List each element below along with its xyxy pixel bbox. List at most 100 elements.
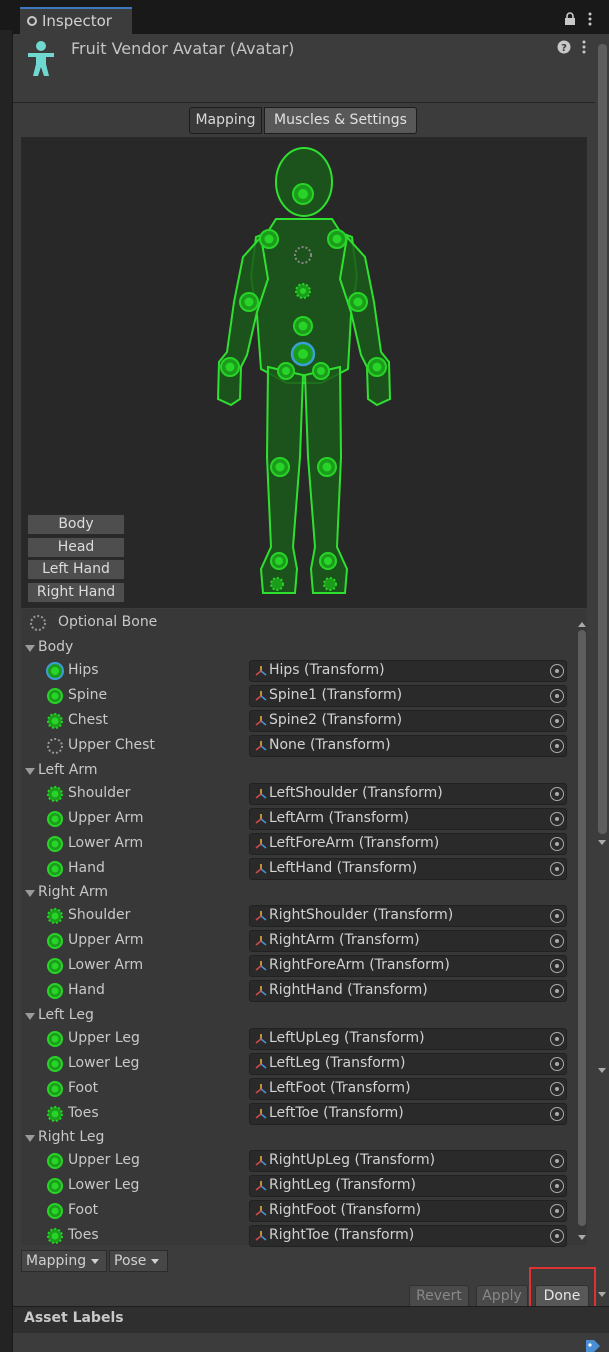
- bone-status-icon[interactable]: [46, 687, 64, 705]
- object-picker-icon[interactable]: [550, 787, 564, 801]
- scroll-down-icon[interactable]: [597, 838, 607, 846]
- bone-row-hips: Hips Hips (Transform): [21, 659, 571, 684]
- transform-value: LeftShoulder (Transform): [269, 785, 443, 801]
- view-left-hand-button[interactable]: Left Hand: [27, 559, 125, 580]
- tag-icon[interactable]: [584, 1338, 602, 1352]
- object-picker-icon[interactable]: [550, 714, 564, 728]
- foldout-arrow-icon[interactable]: [25, 1013, 35, 1020]
- pose-dropdown[interactable]: Pose: [109, 1250, 168, 1272]
- transform-field[interactable]: Hips (Transform): [249, 660, 567, 682]
- transform-field[interactable]: LeftFoot (Transform): [249, 1078, 567, 1100]
- foldout-arrow-icon[interactable]: [25, 1135, 35, 1142]
- scroll-down-icon[interactable]: [597, 1290, 607, 1298]
- transform-field[interactable]: RightHand (Transform): [249, 980, 567, 1002]
- lock-icon[interactable]: [563, 12, 577, 26]
- object-picker-icon[interactable]: [550, 1082, 564, 1096]
- object-picker-icon[interactable]: [550, 812, 564, 826]
- transform-field[interactable]: RightFoot (Transform): [249, 1200, 567, 1222]
- object-picker-icon[interactable]: [550, 837, 564, 851]
- transform-field[interactable]: Spine1 (Transform): [249, 685, 567, 707]
- bone-status-icon[interactable]: [46, 785, 64, 803]
- apply-button[interactable]: Apply: [476, 1285, 528, 1308]
- bone-status-icon[interactable]: [46, 712, 64, 730]
- transform-field[interactable]: Spine2 (Transform): [249, 710, 567, 732]
- transform-field[interactable]: RightArm (Transform): [249, 930, 567, 952]
- bone-status-icon[interactable]: [46, 737, 64, 755]
- foldout-arrow-icon[interactable]: [25, 645, 35, 652]
- transform-field[interactable]: LeftHand (Transform): [249, 858, 567, 880]
- tab-mapping[interactable]: Mapping: [189, 107, 262, 134]
- bone-status-icon[interactable]: [46, 810, 64, 828]
- transform-field[interactable]: LeftUpLeg (Transform): [249, 1028, 567, 1050]
- header-menu-icon[interactable]: [581, 40, 587, 56]
- view-right-hand-button[interactable]: Right Hand: [27, 582, 125, 603]
- transform-field[interactable]: LeftToe (Transform): [249, 1103, 567, 1125]
- transform-field[interactable]: LeftArm (Transform): [249, 808, 567, 830]
- list-scroll-thumb[interactable]: [578, 630, 586, 1226]
- group-left-leg[interactable]: Left Leg: [21, 1004, 571, 1029]
- group-right-leg[interactable]: Right Leg: [21, 1126, 571, 1151]
- group-left-arm[interactable]: Left Arm: [21, 759, 571, 784]
- bone-status-icon[interactable]: [46, 1227, 64, 1245]
- scroll-down-icon[interactable]: [577, 1233, 587, 1241]
- top-strip: [0, 0, 609, 6]
- transform-field[interactable]: LeftForeArm (Transform): [249, 833, 567, 855]
- transform-field[interactable]: RightLeg (Transform): [249, 1175, 567, 1197]
- bone-status-icon[interactable]: [46, 835, 64, 853]
- transform-icon: [255, 1084, 267, 1094]
- object-picker-icon[interactable]: [550, 1179, 564, 1193]
- page-title: Fruit Vendor Avatar (Avatar): [71, 39, 295, 58]
- object-picker-icon[interactable]: [550, 1229, 564, 1243]
- bone-status-icon[interactable]: [46, 957, 64, 975]
- menu-icon[interactable]: [587, 12, 593, 28]
- left-panel-edge: [0, 30, 12, 1352]
- foldout-arrow-icon[interactable]: [25, 890, 35, 897]
- transform-field[interactable]: LeftLeg (Transform): [249, 1053, 567, 1075]
- bone-status-icon[interactable]: [46, 1080, 64, 1098]
- transform-field[interactable]: RightShoulder (Transform): [249, 905, 567, 927]
- object-picker-icon[interactable]: [550, 664, 564, 678]
- bone-status-icon[interactable]: [46, 932, 64, 950]
- transform-field[interactable]: RightUpLeg (Transform): [249, 1150, 567, 1172]
- bone-status-icon[interactable]: [46, 1105, 64, 1123]
- bone-status-icon[interactable]: [46, 1030, 64, 1048]
- object-picker-icon[interactable]: [550, 959, 564, 973]
- object-picker-icon[interactable]: [550, 739, 564, 753]
- bone-status-icon[interactable]: [46, 1152, 64, 1170]
- revert-button[interactable]: Revert: [409, 1285, 469, 1308]
- group-right-arm[interactable]: Right Arm: [21, 881, 571, 906]
- mapping-dropdown[interactable]: Mapping: [21, 1250, 107, 1272]
- transform-field[interactable]: LeftShoulder (Transform): [249, 783, 567, 805]
- foldout-arrow-icon[interactable]: [25, 768, 35, 775]
- bone-status-icon[interactable]: [46, 860, 64, 878]
- bone-status-icon[interactable]: [46, 907, 64, 925]
- bone-status-icon[interactable]: [46, 662, 64, 680]
- inspector-scroll-thumb[interactable]: [598, 44, 607, 834]
- group-body[interactable]: Body: [21, 636, 571, 661]
- object-picker-icon[interactable]: [550, 1204, 564, 1218]
- bone-status-icon[interactable]: [46, 1055, 64, 1073]
- tab-muscles-settings[interactable]: Muscles & Settings: [264, 107, 417, 134]
- tab-inspector[interactable]: Inspector: [20, 7, 132, 34]
- object-picker-icon[interactable]: [550, 689, 564, 703]
- view-body-button[interactable]: Body: [27, 514, 125, 535]
- transform-field[interactable]: RightToe (Transform): [249, 1225, 567, 1247]
- bone-status-icon[interactable]: [46, 1202, 64, 1220]
- transform-field[interactable]: None (Transform): [249, 735, 567, 757]
- bone-row-spine: Spine Spine1 (Transform): [21, 684, 571, 709]
- scroll-down-icon[interactable]: [597, 1066, 607, 1074]
- object-picker-icon[interactable]: [550, 909, 564, 923]
- transform-field[interactable]: RightForeArm (Transform): [249, 955, 567, 977]
- bone-status-icon[interactable]: [46, 1177, 64, 1195]
- object-picker-icon[interactable]: [550, 1057, 564, 1071]
- object-picker-icon[interactable]: [550, 862, 564, 876]
- object-picker-icon[interactable]: [550, 984, 564, 998]
- bone-status-icon[interactable]: [46, 982, 64, 1000]
- object-picker-icon[interactable]: [550, 934, 564, 948]
- view-head-button[interactable]: Head: [27, 537, 125, 558]
- object-picker-icon[interactable]: [550, 1154, 564, 1168]
- object-picker-icon[interactable]: [550, 1107, 564, 1121]
- object-picker-icon[interactable]: [550, 1032, 564, 1046]
- scroll-up-icon[interactable]: [577, 620, 587, 628]
- help-icon[interactable]: ?: [557, 40, 571, 54]
